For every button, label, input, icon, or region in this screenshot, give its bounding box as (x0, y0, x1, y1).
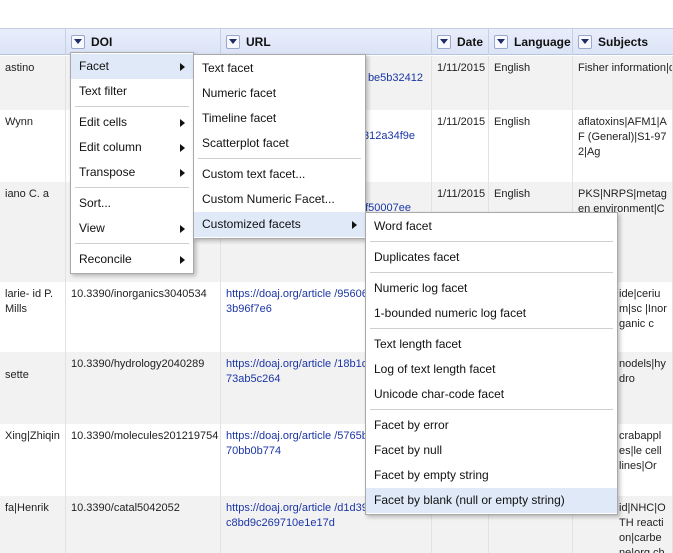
date-cell: 1/11/2015 (432, 110, 489, 182)
author-cell: iano C. a (0, 182, 66, 282)
author-cell: sette (0, 352, 66, 424)
column-menu-dropdown-icon[interactable] (578, 34, 592, 49)
doi-cell: 10.3390/molecules201219754 (66, 424, 221, 496)
menu-item-bounded-numeric-log-facet[interactable]: 1-bounded numeric log facet (366, 301, 617, 326)
column-menu-dropdown-icon[interactable] (226, 34, 240, 49)
submenu-arrow-icon (180, 119, 185, 127)
menu-item-unicode-char-code-facet[interactable]: Unicode char-code facet (366, 382, 617, 407)
author-cell: Wynn (0, 110, 66, 182)
menu-item-view[interactable]: View (71, 216, 193, 241)
menu-item-edit-column[interactable]: Edit column (71, 135, 193, 160)
menu-item-facet-by-error[interactable]: Facet by error (366, 413, 617, 438)
submenu-arrow-icon (180, 63, 185, 71)
submenu-arrow-icon (180, 144, 185, 152)
column-header (0, 28, 66, 55)
menu-item-sort[interactable]: Sort... (71, 191, 193, 216)
column-header-subjects[interactable]: Subjects (573, 28, 673, 55)
menu-item-numeric-log-facet[interactable]: Numeric log facet (366, 276, 617, 301)
menu-item-numeric-facet[interactable]: Numeric facet (194, 81, 365, 106)
author-cell: astino (0, 56, 66, 110)
subjects-cell: aflatoxins|AFM1|AF (General)|S1-972|Ag (573, 110, 673, 182)
language-cell: English (489, 56, 573, 110)
column-header-url[interactable]: URL (221, 28, 432, 55)
menu-item-log-text-length-facet[interactable]: Log of text length facet (366, 357, 617, 382)
author-cell: Xing|Zhiqin (0, 424, 66, 496)
menu-item-reconcile[interactable]: Reconcile (71, 247, 193, 272)
subjects-cell: Fisher information|q (573, 56, 673, 110)
menu-item-text-facet[interactable]: Text facet (194, 56, 365, 81)
menu-item-customized-facets[interactable]: Customized facets (194, 212, 365, 237)
author-cell: fa|Henrik (0, 496, 66, 553)
menu-item-text-length-facet[interactable]: Text length facet (366, 332, 617, 357)
column-menu-dropdown-icon[interactable] (437, 34, 451, 49)
column-header-date[interactable]: Date (432, 28, 489, 55)
menu-item-timeline-facet[interactable]: Timeline facet (194, 106, 365, 131)
language-cell: English (489, 110, 573, 182)
column-header-language[interactable]: Language (489, 28, 573, 55)
submenu-arrow-icon (180, 169, 185, 177)
column-menu-dropdown-icon[interactable] (71, 34, 85, 49)
doi-cell: 10.3390/hydrology2040289 (66, 352, 221, 424)
menu-item-scatterplot-facet[interactable]: Scatterplot facet (194, 131, 365, 156)
submenu-arrow-icon (180, 225, 185, 233)
menu-item-facet[interactable]: Facet (71, 54, 193, 79)
submenu-arrow-icon (352, 221, 357, 229)
author-cell: larie- id P. Mills (0, 282, 66, 352)
menu-item-facet-by-blank[interactable]: Facet by blank (null or empty string) (366, 488, 617, 513)
customized-facets-submenu: Word facet Duplicates facet Numeric log … (365, 212, 618, 515)
menu-item-facet-by-empty-string[interactable]: Facet by empty string (366, 463, 617, 488)
menu-item-facet-by-null[interactable]: Facet by null (366, 438, 617, 463)
menu-item-edit-cells[interactable]: Edit cells (71, 110, 193, 135)
menu-item-transpose[interactable]: Transpose (71, 160, 193, 185)
column-menu-dropdown-icon[interactable] (494, 34, 508, 49)
doi-cell: 10.3390/catal5042052 (66, 496, 221, 553)
submenu-arrow-icon (180, 256, 185, 264)
facet-submenu: Text facet Numeric facet Timeline facet … (193, 54, 366, 239)
menu-item-duplicates-facet[interactable]: Duplicates facet (366, 245, 617, 270)
menu-item-word-facet[interactable]: Word facet (366, 214, 617, 239)
date-cell: 1/11/2015 (432, 56, 489, 110)
menu-item-custom-text-facet[interactable]: Custom text facet... (194, 162, 365, 187)
menu-item-text-filter[interactable]: Text filter (71, 79, 193, 104)
column-menu: Facet Text filter Edit cells Edit column… (70, 52, 194, 274)
column-header-doi[interactable]: DOI (66, 28, 221, 55)
doi-cell: 10.3390/inorganics3040534 (66, 282, 221, 352)
menu-item-custom-numeric-facet[interactable]: Custom Numeric Facet... (194, 187, 365, 212)
